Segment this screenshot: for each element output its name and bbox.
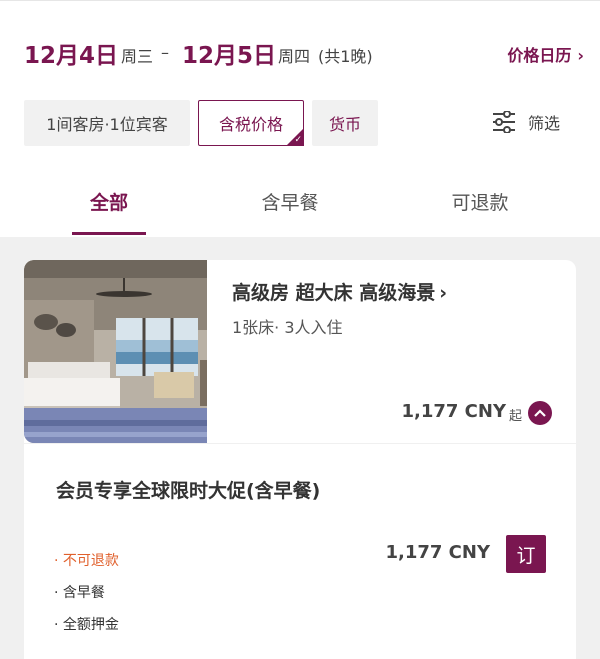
currency-label: 货币 <box>328 115 361 134</box>
date-range-header[interactable]: 12月4日 周三 – 12月5日 周四 (共1晚) 价格日历 › <box>24 36 584 72</box>
room-price-from: 起 <box>508 409 522 424</box>
guests-rooms-label: 1间客房·1位宾客 <box>46 115 168 134</box>
room-photo[interactable] <box>24 260 207 443</box>
checkin-date[interactable]: 12月4日 <box>24 36 118 70</box>
rate-plan-name: 会员专享全球限时大促(含早餐) <box>56 480 321 502</box>
filter-button[interactable]: 筛选 <box>492 110 560 134</box>
top-divider <box>0 0 600 1</box>
card-divider <box>24 443 576 444</box>
price-calendar-link[interactable]: 价格日历 › <box>507 42 584 66</box>
room-photo-image <box>24 260 207 443</box>
perk-full-deposit: · 全额押金 <box>54 617 119 633</box>
guests-rooms-chip[interactable]: 1间客房·1位宾客 <box>24 100 190 146</box>
filter-label: 筛选 <box>527 114 560 133</box>
room-title[interactable]: 高级房 超大床 高级海景 › <box>232 278 447 305</box>
rate-price: 1,177 CNY <box>385 542 490 563</box>
date-separator: – <box>161 43 169 62</box>
perk-breakfast: · 含早餐 <box>54 585 105 601</box>
room-title-label: 高级房 超大床 高级海景 <box>232 282 436 304</box>
perk-non-refundable: · 不可退款 <box>54 553 119 569</box>
room-price: 1,177 CNY <box>401 401 506 422</box>
tab-all[interactable]: 全部 <box>72 188 146 215</box>
room-card: 高级房 超大床 高级海景 › 1张床· 3人入住 1,177 CNY 起 会员专享… <box>24 260 576 659</box>
price-calendar-label: 价格日历 <box>507 46 572 65</box>
chevron-right-icon: › <box>439 282 448 304</box>
tax-inclusive-label: 含税价格 <box>218 115 283 134</box>
chevron-up-icon <box>534 409 546 417</box>
tab-refundable[interactable]: 可退款 <box>430 188 530 215</box>
nights-count: (共1晚) <box>318 47 373 66</box>
collapse-toggle[interactable] <box>528 401 552 425</box>
book-button[interactable]: 订 <box>506 535 546 573</box>
tax-inclusive-chip[interactable]: 含税价格 ✓ <box>198 100 304 146</box>
checkout-weekday: 周四 <box>278 47 311 66</box>
sliders-icon <box>492 111 515 133</box>
checkout-date[interactable]: 12月5日 <box>182 36 276 70</box>
currency-chip[interactable]: 货币 <box>312 100 378 146</box>
chevron-right-icon: › <box>577 46 584 65</box>
room-capacity: 1张床· 3人入住 <box>232 318 343 337</box>
checkin-weekday: 周三 <box>121 47 154 66</box>
tab-breakfast[interactable]: 含早餐 <box>240 188 340 215</box>
active-tab-indicator <box>72 232 146 235</box>
checkmark-icon: ✓ <box>294 135 302 145</box>
